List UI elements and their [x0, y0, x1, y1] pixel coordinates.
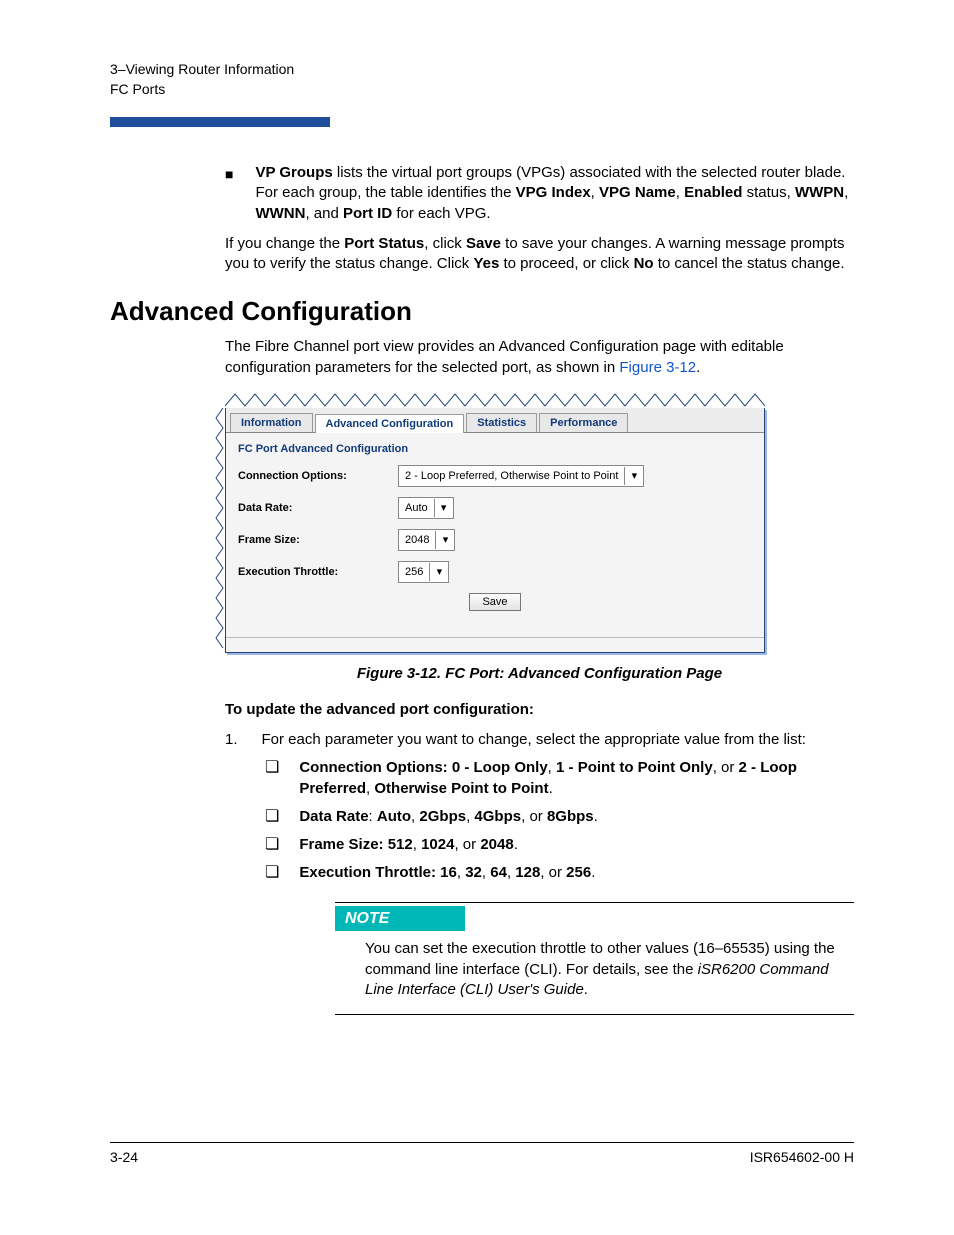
page-footer: 3-24 ISR654602-00 H	[110, 1142, 854, 1165]
step-text: For each parameter you want to change, s…	[262, 730, 806, 750]
execution-throttle-select[interactable]: 256 ▾	[398, 561, 449, 583]
figure-caption: Figure 3-12. FC Port: Advanced Configura…	[225, 665, 854, 682]
row-data-rate: Data Rate: Auto ▾	[238, 497, 752, 519]
fieldset-legend: FC Port Advanced Configuration	[238, 443, 752, 455]
procedure-heading: To update the advanced port configuratio…	[225, 700, 854, 720]
header-rule	[110, 117, 330, 127]
chevron-down-icon: ▾	[435, 531, 454, 549]
tab-bar: Information Advanced Configuration Stati…	[226, 408, 764, 433]
tab-advanced-config[interactable]: Advanced Configuration	[315, 414, 465, 433]
list-item: ❏ Execution Throttle: 16, 32, 64, 128, o…	[265, 863, 854, 883]
hollow-square-icon: ❏	[265, 863, 279, 883]
data-rate-select[interactable]: Auto ▾	[398, 497, 454, 519]
jagged-left-edge-icon	[215, 408, 225, 653]
vp-groups-text: VP Groups lists the virtual port groups …	[255, 163, 854, 224]
frame-size-select[interactable]: 2048 ▾	[398, 529, 455, 551]
row-execution-throttle: Execution Throttle: 256 ▾	[238, 561, 752, 583]
page-number: 3-24	[110, 1149, 138, 1165]
row-connection-options: Connection Options: 2 - Loop Preferred, …	[238, 465, 752, 487]
list-item: ❏ Frame Size: 512, 1024, or 2048.	[265, 835, 854, 855]
note-text: You can set the execution throttle to ot…	[365, 939, 854, 1000]
section-heading: Advanced Configuration	[110, 296, 854, 327]
tab-information[interactable]: Information	[230, 413, 313, 432]
chevron-down-icon: ▾	[429, 563, 448, 581]
chevron-down-icon: ▾	[624, 467, 643, 485]
list-item: ❏ Data Rate: Auto, 2Gbps, 4Gbps, or 8Gbp…	[265, 807, 854, 827]
step-number: 1.	[225, 730, 238, 750]
vp-groups-bullet: ■ VP Groups lists the virtual port group…	[225, 163, 854, 224]
jagged-top-edge-icon	[225, 392, 765, 408]
port-status-paragraph: If you change the Port Status, click Sav…	[225, 234, 854, 275]
figure-screenshot: Information Advanced Configuration Stati…	[225, 392, 765, 653]
note-title: NOTE	[335, 906, 465, 932]
hollow-square-icon: ❏	[265, 807, 279, 827]
step-1: 1. For each parameter you want to change…	[225, 730, 854, 750]
square-bullet-icon: ■	[225, 165, 233, 224]
running-header: 3–Viewing Router Information FC Ports	[110, 60, 854, 99]
header-line2: FC Ports	[110, 80, 854, 100]
list-item: ❏ Connection Options: 0 - Loop Only, 1 -…	[265, 758, 854, 799]
figure-link[interactable]: Figure 3-12	[619, 359, 696, 376]
row-frame-size: Frame Size: 2048 ▾	[238, 529, 752, 551]
save-button[interactable]: Save	[469, 593, 521, 611]
note-box: NOTE You can set the execution throttle …	[335, 902, 854, 1015]
hollow-square-icon: ❏	[265, 835, 279, 855]
tab-statistics[interactable]: Statistics	[466, 413, 537, 432]
adv-config-intro: The Fibre Channel port view provides an …	[225, 337, 854, 378]
hollow-square-icon: ❏	[265, 758, 279, 799]
panel-footer	[226, 637, 764, 652]
header-line1: 3–Viewing Router Information	[110, 60, 854, 80]
doc-id: ISR654602-00 H	[750, 1149, 854, 1165]
tab-performance[interactable]: Performance	[539, 413, 628, 432]
chevron-down-icon: ▾	[434, 499, 453, 517]
connection-options-select[interactable]: 2 - Loop Preferred, Otherwise Point to P…	[398, 465, 644, 487]
